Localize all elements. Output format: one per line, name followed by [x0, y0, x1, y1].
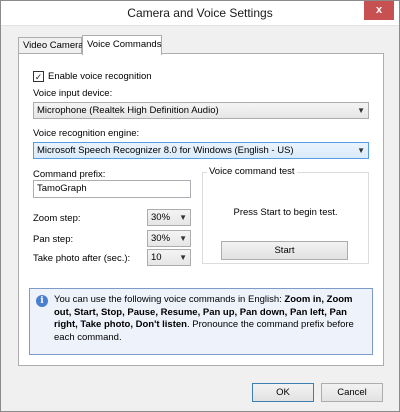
zoom-step-select[interactable]: 30% ▼	[147, 209, 191, 226]
zoom-step-label: Zoom step:	[33, 213, 81, 224]
chevron-down-icon: ▼	[179, 234, 187, 243]
checkmark-icon: ✓	[34, 72, 43, 82]
ok-button[interactable]: OK	[252, 383, 314, 402]
window-title: Camera and Voice Settings	[127, 6, 273, 20]
engine-select[interactable]: Microsoft Speech Recognizer 8.0 for Wind…	[33, 142, 369, 159]
voice-commands-info: i You can use the following voice comman…	[29, 288, 373, 355]
pan-step-label: Pan step:	[33, 234, 74, 245]
engine-value: Microsoft Speech Recognizer 8.0 for Wind…	[37, 145, 294, 156]
chevron-down-icon: ▼	[179, 253, 187, 262]
cancel-button[interactable]: Cancel	[321, 383, 383, 402]
input-device-label: Voice input device:	[33, 88, 113, 99]
voice-commands-panel: ✓ Enable voice recognition Voice input d…	[18, 53, 384, 366]
settings-dialog: Camera and Voice Settings x Video Camera…	[0, 0, 400, 412]
zoom-step-value: 30%	[151, 212, 171, 223]
pan-step-value: 30%	[151, 233, 171, 244]
input-device-select[interactable]: Microphone (Realtek High Definition Audi…	[33, 102, 369, 119]
tab-video-camera[interactable]: Video Camera	[18, 37, 84, 54]
info-icon: i	[36, 295, 48, 307]
voice-test-title: Voice command test	[207, 166, 297, 177]
photo-delay-value: 10	[151, 252, 162, 263]
chevron-down-icon: ▼	[179, 213, 187, 222]
prefix-label: Command prefix:	[33, 169, 106, 180]
photo-delay-label: Take photo after (sec.):	[33, 253, 131, 264]
title-bar: Camera and Voice Settings x	[1, 1, 399, 26]
engine-label: Voice recognition engine:	[33, 128, 140, 139]
info-text: You can use the following voice commands…	[54, 294, 370, 344]
chevron-down-icon: ▼	[357, 146, 365, 155]
photo-delay-select[interactable]: 10 ▼	[147, 249, 191, 266]
chevron-down-icon: ▼	[357, 106, 365, 115]
input-device-value: Microphone (Realtek High Definition Audi…	[37, 105, 219, 116]
prefix-input[interactable]: TamoGraph	[33, 180, 191, 198]
voice-test-prompt: Press Start to begin test.	[233, 207, 338, 218]
start-test-button[interactable]: Start	[221, 241, 348, 260]
close-icon: x	[375, 4, 383, 16]
enable-voice-checkbox[interactable]: ✓	[33, 71, 44, 82]
tab-voice-commands[interactable]: Voice Commands	[82, 35, 162, 55]
voice-test-group: Voice command test Press Start to begin …	[202, 166, 369, 264]
enable-voice-label: Enable voice recognition	[48, 71, 152, 82]
info-intro: You can use the following voice commands…	[54, 294, 285, 305]
close-button[interactable]: x	[364, 1, 394, 20]
pan-step-select[interactable]: 30% ▼	[147, 230, 191, 247]
